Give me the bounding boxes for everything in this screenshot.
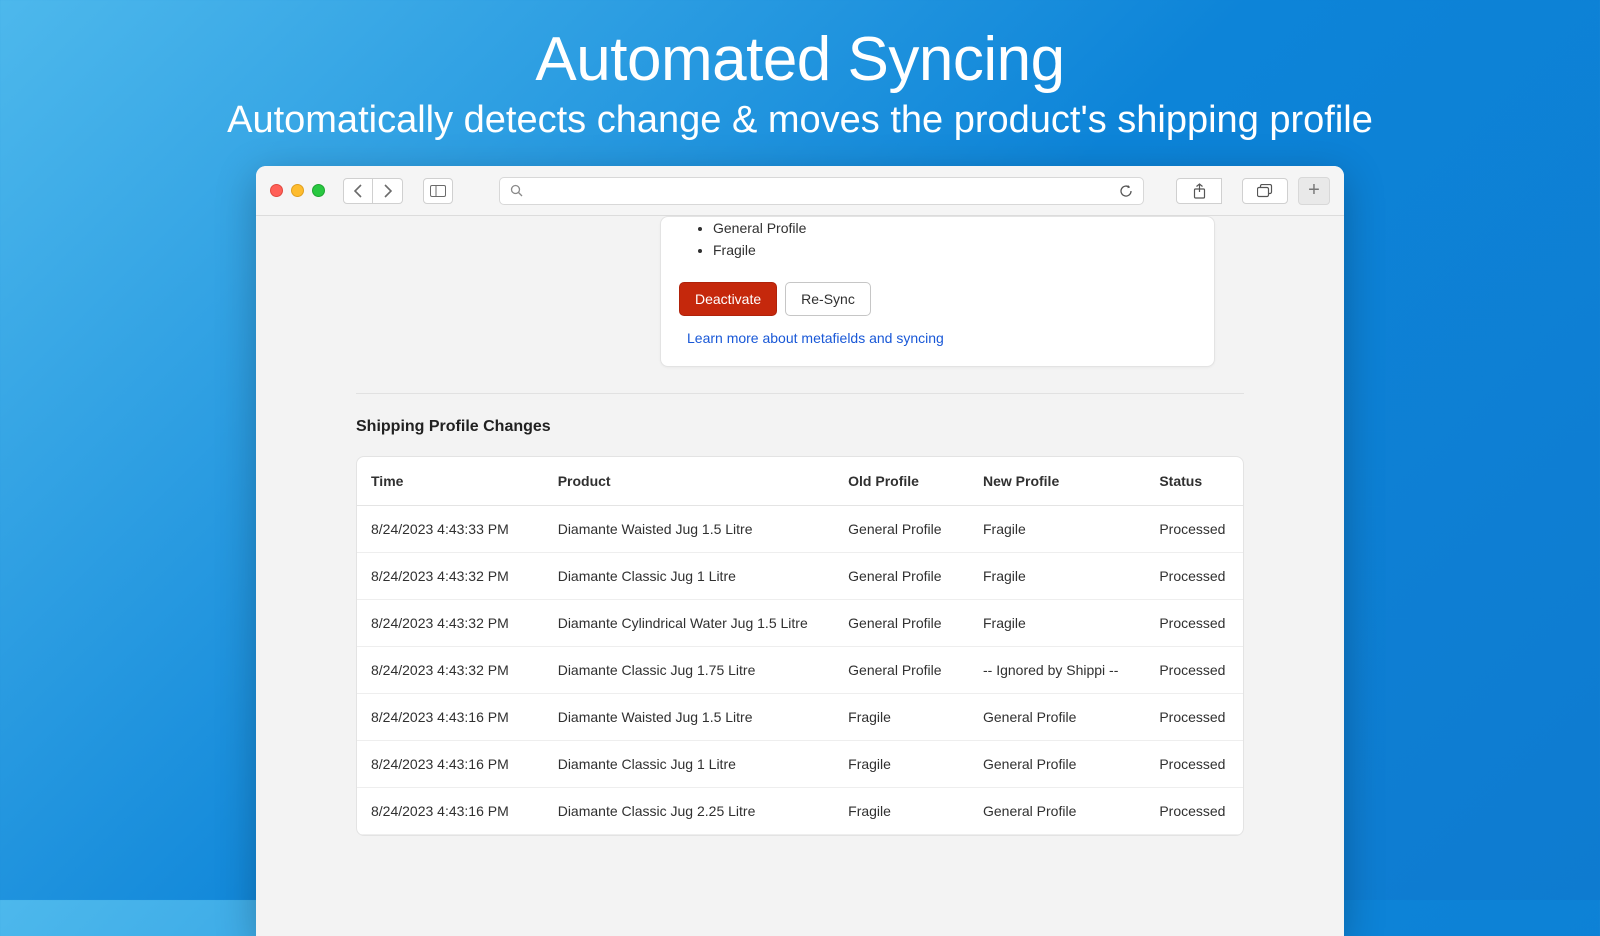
share-button[interactable] <box>1176 178 1222 204</box>
cell-new: General Profile <box>969 787 1145 834</box>
sidebar-icon <box>430 185 446 197</box>
hero-title: Automated Syncing <box>0 24 1600 95</box>
chevron-left-icon <box>354 184 363 198</box>
cell-product: Diamante Waisted Jug 1.5 Litre <box>544 505 834 552</box>
section-title: Shipping Profile Changes <box>356 418 1344 436</box>
page-viewport: General Profile Fragile Deactivate Re-Sy… <box>256 216 1344 936</box>
col-header-old: Old Profile <box>834 457 969 506</box>
sync-settings-card: General Profile Fragile Deactivate Re-Sy… <box>660 216 1215 367</box>
table-row: 8/24/2023 4:43:16 PMDiamante Classic Jug… <box>357 787 1243 834</box>
chevron-right-icon <box>383 184 392 198</box>
cell-old: General Profile <box>834 505 969 552</box>
profiles-list: General Profile Fragile <box>713 217 1196 262</box>
cell-status: Processed <box>1145 505 1243 552</box>
close-window-icon[interactable] <box>270 184 283 197</box>
deactivate-button[interactable]: Deactivate <box>679 282 777 316</box>
tabs-icon <box>1257 184 1273 198</box>
button-row: Deactivate Re-Sync <box>679 282 1196 316</box>
cell-time: 8/24/2023 4:43:16 PM <box>357 693 544 740</box>
cell-old: Fragile <box>834 787 969 834</box>
maximize-window-icon[interactable] <box>312 184 325 197</box>
table-row: 8/24/2023 4:43:32 PMDiamante Classic Jug… <box>357 646 1243 693</box>
resync-button[interactable]: Re-Sync <box>785 282 871 316</box>
cell-old: General Profile <box>834 646 969 693</box>
col-header-product: Product <box>544 457 834 506</box>
cell-status: Processed <box>1145 740 1243 787</box>
browser-window: + General Profile Fragile Deactivate Re-… <box>256 166 1344 936</box>
window-controls <box>270 184 325 197</box>
changes-table-card: Time Product Old Profile New Profile Sta… <box>356 456 1244 836</box>
cell-product: Diamante Classic Jug 1 Litre <box>544 740 834 787</box>
cell-old: General Profile <box>834 552 969 599</box>
search-icon <box>510 184 523 197</box>
plus-icon: + <box>1308 179 1320 202</box>
table-row: 8/24/2023 4:43:32 PMDiamante Classic Jug… <box>357 552 1243 599</box>
table-row: 8/24/2023 4:43:16 PMDiamante Waisted Jug… <box>357 693 1243 740</box>
cell-time: 8/24/2023 4:43:32 PM <box>357 646 544 693</box>
changes-table: Time Product Old Profile New Profile Sta… <box>357 457 1243 835</box>
toolbar-right: + <box>1166 177 1330 205</box>
col-header-new: New Profile <box>969 457 1145 506</box>
table-row: 8/24/2023 4:43:32 PMDiamante Cylindrical… <box>357 599 1243 646</box>
list-item: Fragile <box>713 239 1196 261</box>
cell-new: General Profile <box>969 740 1145 787</box>
cell-old: Fragile <box>834 740 969 787</box>
tabs-button[interactable] <box>1242 178 1288 204</box>
col-header-time: Time <box>357 457 544 506</box>
table-header-row: Time Product Old Profile New Profile Sta… <box>357 457 1243 506</box>
sidebar-toggle-button[interactable] <box>423 178 453 204</box>
forward-button[interactable] <box>373 178 403 204</box>
cell-new: -- Ignored by Shippi -- <box>969 646 1145 693</box>
cell-new: General Profile <box>969 693 1145 740</box>
hero: Automated Syncing Automatically detects … <box>0 0 1600 142</box>
cell-time: 8/24/2023 4:43:33 PM <box>357 505 544 552</box>
col-header-status: Status <box>1145 457 1243 506</box>
browser-toolbar: + <box>256 166 1344 216</box>
table-row: 8/24/2023 4:43:16 PMDiamante Classic Jug… <box>357 740 1243 787</box>
back-button[interactable] <box>343 178 373 204</box>
cell-product: Diamante Classic Jug 1.75 Litre <box>544 646 834 693</box>
cell-product: Diamante Cylindrical Water Jug 1.5 Litre <box>544 599 834 646</box>
cell-new: Fragile <box>969 599 1145 646</box>
cell-product: Diamante Classic Jug 2.25 Litre <box>544 787 834 834</box>
cell-old: General Profile <box>834 599 969 646</box>
cell-time: 8/24/2023 4:43:16 PM <box>357 740 544 787</box>
cell-status: Processed <box>1145 693 1243 740</box>
cell-time: 8/24/2023 4:43:16 PM <box>357 787 544 834</box>
table-row: 8/24/2023 4:43:33 PMDiamante Waisted Jug… <box>357 505 1243 552</box>
nav-buttons <box>343 178 403 204</box>
cell-new: Fragile <box>969 505 1145 552</box>
cell-status: Processed <box>1145 599 1243 646</box>
cell-time: 8/24/2023 4:43:32 PM <box>357 552 544 599</box>
cell-status: Processed <box>1145 787 1243 834</box>
cell-new: Fragile <box>969 552 1145 599</box>
address-bar[interactable] <box>499 177 1144 205</box>
learn-more-link[interactable]: Learn more about metafields and syncing <box>687 330 944 346</box>
list-item: General Profile <box>713 217 1196 239</box>
cell-status: Processed <box>1145 552 1243 599</box>
share-icon <box>1193 183 1206 199</box>
reload-icon[interactable] <box>1119 184 1133 198</box>
cell-product: Diamante Waisted Jug 1.5 Litre <box>544 693 834 740</box>
cell-status: Processed <box>1145 646 1243 693</box>
section-divider <box>356 393 1244 394</box>
new-tab-button[interactable]: + <box>1298 177 1330 205</box>
cell-old: Fragile <box>834 693 969 740</box>
cell-product: Diamante Classic Jug 1 Litre <box>544 552 834 599</box>
minimize-window-icon[interactable] <box>291 184 304 197</box>
cell-time: 8/24/2023 4:43:32 PM <box>357 599 544 646</box>
hero-subtitle: Automatically detects change & moves the… <box>0 99 1600 142</box>
